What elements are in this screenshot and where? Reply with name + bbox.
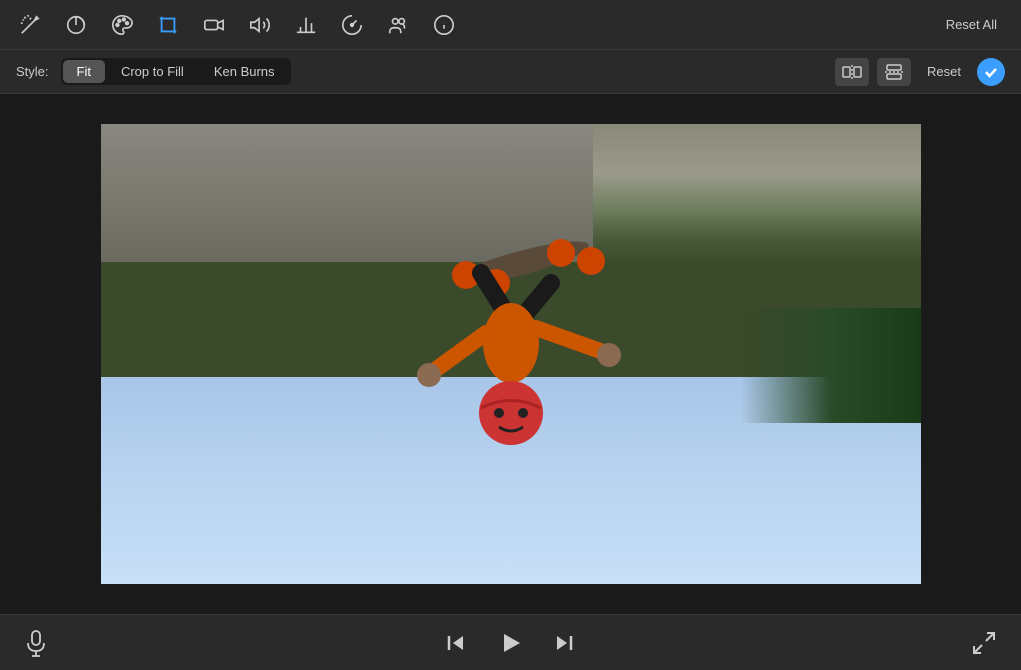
speedometer-icon[interactable]	[338, 11, 366, 39]
style-fit-button[interactable]: Fit	[63, 60, 105, 83]
microphone-icon[interactable]	[24, 629, 48, 657]
style-button-group: Fit Crop to Fill Ken Burns	[61, 58, 291, 85]
skater-figure	[351, 183, 671, 563]
play-button[interactable]	[496, 629, 524, 657]
style-row: Style: Fit Crop to Fill Ken Burns Reset	[0, 50, 1021, 94]
reset-button[interactable]: Reset	[919, 60, 969, 83]
style-ken-burns-button[interactable]: Ken Burns	[200, 60, 289, 83]
crop-icon[interactable]	[154, 11, 182, 39]
audio-icon[interactable]	[246, 11, 274, 39]
flip-vertical-button[interactable]	[877, 58, 911, 86]
video-camera-icon[interactable]	[200, 11, 228, 39]
toolbar-icons	[16, 11, 458, 39]
playback-bar	[0, 614, 1021, 670]
skip-to-end-icon[interactable]	[552, 631, 576, 655]
video-container	[0, 94, 1021, 614]
magic-wand-icon[interactable]	[16, 11, 44, 39]
palette-icon[interactable]	[108, 11, 136, 39]
playback-center	[444, 629, 576, 657]
flip-horizontal-button[interactable]	[835, 58, 869, 86]
color-wheel-icon[interactable]	[62, 11, 90, 39]
info-icon[interactable]	[430, 11, 458, 39]
video-frame	[101, 124, 921, 584]
fullscreen-icon[interactable]	[971, 630, 997, 656]
confirm-button[interactable]	[977, 58, 1005, 86]
style-label: Style:	[16, 64, 49, 79]
style-crop-to-fill-button[interactable]: Crop to Fill	[107, 60, 198, 83]
playback-right	[971, 630, 997, 656]
reset-all-button[interactable]: Reset All	[938, 13, 1005, 36]
right-controls: Reset	[835, 58, 1005, 86]
people-icon[interactable]	[384, 11, 412, 39]
skip-to-beginning-icon[interactable]	[444, 631, 468, 655]
bar-chart-icon[interactable]	[292, 11, 320, 39]
toolbar: Reset All	[0, 0, 1021, 50]
playback-left	[24, 629, 48, 657]
